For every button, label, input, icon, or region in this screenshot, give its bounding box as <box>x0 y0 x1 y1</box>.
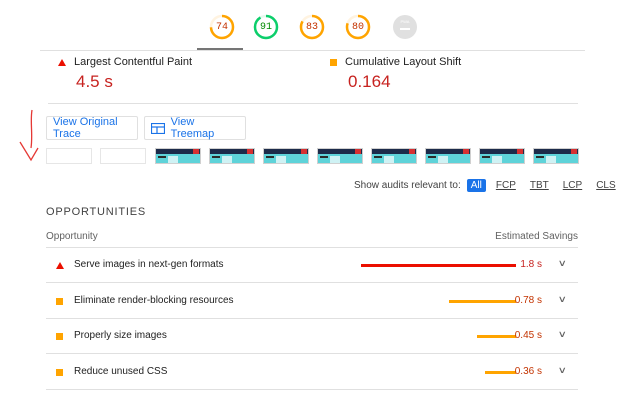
metric-cls-label: Cumulative Layout Shift <box>345 56 462 68</box>
gauge-pwa[interactable]: PWA <box>392 14 418 40</box>
metric-lcp-label: Largest Contentful Paint <box>74 56 193 68</box>
metric-cls-value: 0.164 <box>348 72 391 91</box>
divider <box>40 50 585 51</box>
filmstrip-frame[interactable] <box>100 148 146 164</box>
category-gauges: 74 91 83 80 PWA <box>0 12 620 52</box>
metric-lcp-label-row: Largest Contentful Paint <box>58 56 192 68</box>
metric-lcp-value: 4.5 s <box>76 72 113 91</box>
gauge-score: 80 <box>351 21 364 33</box>
opportunity-title: Properly size images <box>74 330 167 341</box>
pwa-badge-icon: PWA <box>393 15 417 39</box>
metric-lcp: Largest Contentful Paint 4.5 s <box>58 56 192 92</box>
filmstrip-frame[interactable] <box>533 148 579 164</box>
opportunity-saving: 1.8 s <box>520 259 542 270</box>
opportunity-title: Serve images in next-gen formats <box>74 259 224 270</box>
audit-filter-label: Show audits relevant to: <box>354 180 461 191</box>
filmstrip-frame[interactable] <box>263 148 309 164</box>
opportunity-row[interactable]: Eliminate render-blocking resources 0.78… <box>46 284 578 319</box>
average-square-icon <box>56 333 63 340</box>
opportunity-row[interactable]: Serve images in next-gen formats 1.8 s ∨ <box>46 248 578 283</box>
gauge-score: 91 <box>259 21 272 33</box>
average-square-icon <box>56 298 63 305</box>
filter-chip-tbt[interactable]: TBT <box>526 179 553 192</box>
filter-chip-lcp[interactable]: LCP <box>559 179 586 192</box>
filter-chip-cls[interactable]: CLS <box>592 179 619 192</box>
col-opportunity: Opportunity <box>46 231 98 242</box>
lighthouse-report: 74 91 83 80 PWA Largest Contentful Paint… <box>0 0 620 405</box>
chevron-down-icon[interactable]: ∨ <box>558 365 567 376</box>
view-treemap-button[interactable]: View Treemap <box>144 116 246 140</box>
filmstrip-frame[interactable] <box>371 148 417 164</box>
view-original-trace-button[interactable]: View Original Trace <box>46 116 138 140</box>
filter-chip-fcp[interactable]: FCP <box>492 179 520 192</box>
gauge-best-practices[interactable]: 83 <box>299 14 325 40</box>
filmstrip-frame[interactable] <box>317 148 363 164</box>
divider <box>48 103 578 104</box>
gauge-score: 83 <box>305 21 318 33</box>
opportunities-table-header: Opportunity Estimated Savings <box>46 231 578 247</box>
opportunity-saving: 0.45 s <box>514 330 542 341</box>
audit-filter: Show audits relevant to: All FCP TBT LCP… <box>354 179 620 192</box>
filter-chip-all[interactable]: All <box>466 179 486 192</box>
filmstrip-frame[interactable] <box>46 148 92 164</box>
chevron-down-icon[interactable]: ∨ <box>558 294 567 305</box>
annotation-arrow-icon <box>19 109 39 162</box>
filmstrip-frame[interactable] <box>209 148 255 164</box>
gauge-score: 74 <box>215 21 228 33</box>
opportunity-row[interactable]: Properly size images 0.45 s ∨ <box>46 319 578 354</box>
savings-bar <box>449 300 516 303</box>
metric-cls-label-row: Cumulative Layout Shift <box>330 56 461 68</box>
chevron-down-icon[interactable]: ∨ <box>558 258 567 269</box>
gauge-seo[interactable]: 80 <box>345 14 371 40</box>
average-square-icon <box>56 369 63 376</box>
view-treemap-label: View Treemap <box>170 116 215 140</box>
treemap-icon <box>151 122 165 134</box>
filmstrip-frame[interactable] <box>155 148 201 164</box>
opportunity-saving: 0.78 s <box>514 295 542 306</box>
opportunity-title: Reduce unused CSS <box>74 366 168 377</box>
savings-bar <box>485 371 516 374</box>
opportunity-title: Eliminate render-blocking resources <box>74 295 234 306</box>
filmstrip-frame[interactable] <box>479 148 525 164</box>
filmstrip-frame[interactable] <box>425 148 471 164</box>
fail-triangle-icon <box>56 262 64 269</box>
savings-bar <box>477 335 516 338</box>
savings-bar <box>361 264 516 267</box>
opportunities-heading: OPPORTUNITIES <box>46 206 147 218</box>
col-estimated-savings: Estimated Savings <box>495 231 578 242</box>
opportunity-saving: 0.36 s <box>514 366 542 377</box>
chevron-down-icon[interactable]: ∨ <box>558 329 567 340</box>
view-original-trace-label: View Original Trace <box>53 116 118 140</box>
opportunity-row[interactable]: Reduce unused CSS 0.36 s ∨ <box>46 355 578 390</box>
gauge-performance[interactable]: 74 <box>209 14 235 40</box>
gauge-accessibility[interactable]: 91 <box>253 14 279 40</box>
average-square-icon <box>330 58 337 66</box>
metric-cls: Cumulative Layout Shift 0.164 <box>330 56 461 92</box>
gauge-pwa-label: PWA <box>401 19 410 24</box>
fail-triangle-icon <box>58 58 66 66</box>
